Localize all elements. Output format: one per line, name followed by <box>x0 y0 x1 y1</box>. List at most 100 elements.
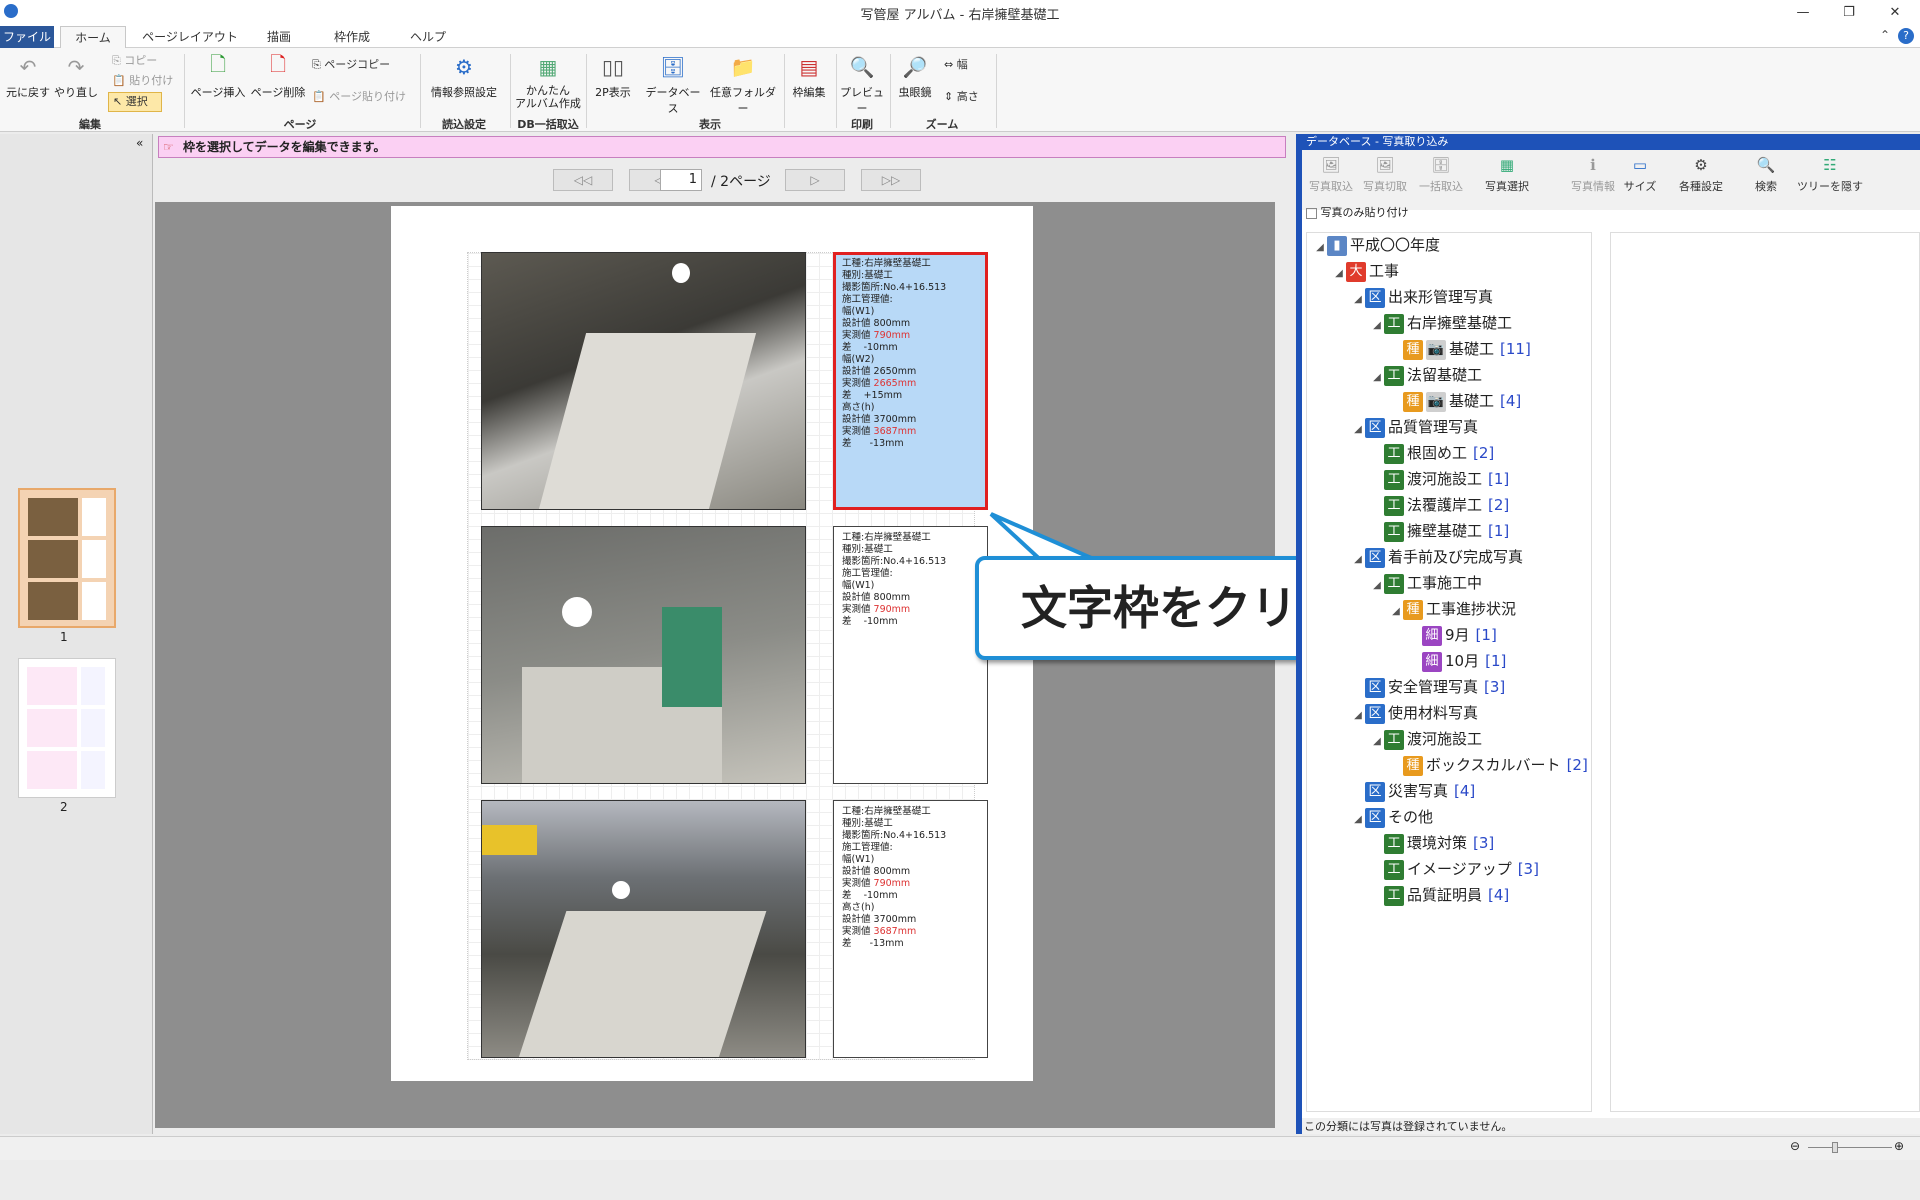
any-folder-button[interactable]: 📁 任意フォルダー <box>708 52 778 116</box>
text-box-2[interactable]: 工種:右岸擁壁基礎工 種別:基礎工 撮影箇所:No.4+16.513 施工管理値: 幅(… <box>833 526 988 784</box>
select-button[interactable]: ↖ 選択 <box>108 92 162 112</box>
tree-node[interactable]: ◢ 区その他 <box>1351 805 1433 830</box>
photo-3[interactable] <box>481 800 806 1058</box>
zoom-out-icon[interactable]: ⊖ <box>1790 1139 1800 1153</box>
photo-select-button[interactable]: ▦ 写真選択 <box>1478 156 1536 194</box>
tree-node[interactable]: 区安全管理写真 [3] <box>1351 675 1505 700</box>
photo-crop-button[interactable]: 🖼 写真切取 <box>1360 156 1410 194</box>
expand-arrow-icon[interactable]: ◢ <box>1370 573 1384 598</box>
tab-file[interactable]: ファイル <box>0 26 54 48</box>
tab-help[interactable]: ヘルプ <box>400 26 456 48</box>
expand-arrow-icon[interactable]: ◢ <box>1351 417 1365 442</box>
expand-arrow-icon[interactable]: ◢ <box>1351 703 1365 728</box>
tree-node[interactable]: ◢ 工法留基礎工 <box>1370 363 1482 388</box>
bulk-import-button[interactable]: 🗄 一括取込 <box>1414 156 1468 194</box>
text-box-line: 実測値 790mm <box>842 604 911 615</box>
thumb-text <box>82 582 106 620</box>
expand-arrow-icon[interactable]: ◢ <box>1351 807 1365 832</box>
magnifier-button[interactable]: 🔎 虫眼鏡 <box>894 52 936 100</box>
tree-node[interactable]: 工環境対策 [3] <box>1370 831 1494 856</box>
tree-node[interactable]: 細 9月 [1] <box>1408 623 1497 648</box>
tree-node[interactable]: ◢ ▮ 平成〇〇年度 <box>1313 233 1440 258</box>
first-page-button[interactable]: ◁◁ <box>553 169 613 191</box>
redo-button[interactable]: ↷ やり直し <box>54 52 98 100</box>
settings-button[interactable]: ⚙ 各種設定 <box>1672 156 1730 194</box>
zoom-slider[interactable]: ⊖ ⊕ <box>1790 1139 1910 1155</box>
preview-button[interactable]: 🔍 プレビュー <box>840 52 884 116</box>
page-copy-button[interactable]: ⎘ ページコピー <box>312 56 390 72</box>
fit-width-button[interactable]: ⇔ 幅 <box>944 56 968 72</box>
search-button[interactable]: 🔍 検索 <box>1748 156 1784 194</box>
text-box-3[interactable]: 工種:右岸擁壁基礎工 種別:基礎工 撮影箇所:No.4+16.513 施工管理値: 幅(… <box>833 800 988 1058</box>
tree-node[interactable]: 工品質証明員 [4] <box>1370 883 1509 908</box>
thumbnail-page-1[interactable] <box>18 488 116 628</box>
photo-1[interactable] <box>481 252 806 510</box>
tree-node[interactable]: ◢ 区出来形管理写真 <box>1351 285 1493 310</box>
expand-arrow-icon[interactable]: ◢ <box>1370 313 1384 338</box>
tree-node[interactable]: ◢ 工渡河施設工 <box>1370 727 1482 752</box>
page-paste-button[interactable]: 📋 ページ貼り付け <box>312 88 406 104</box>
bulk-import-label: 一括取込 <box>1419 180 1463 193</box>
zoom-thumb[interactable] <box>1832 1142 1838 1153</box>
expand-arrow-icon[interactable]: ◢ <box>1370 729 1384 754</box>
tree-node[interactable]: ◢ 工工事施工中 <box>1370 571 1482 596</box>
expand-arrow-icon[interactable]: ◢ <box>1351 287 1365 312</box>
photo-info-button[interactable]: ℹ 写真情報 <box>1568 156 1618 194</box>
photo-2[interactable] <box>481 526 806 784</box>
tree-node[interactable]: 工根固め工 [2] <box>1370 441 1494 466</box>
page-delete-button[interactable]: 🗋 ページ削除 <box>250 52 306 100</box>
photo-import-button[interactable]: 🖼 写真取込 <box>1306 156 1356 194</box>
paste-button[interactable]: 📋 貼り付け <box>112 72 173 88</box>
tree-node[interactable]: 工渡河施設工 [1] <box>1370 467 1509 492</box>
minimize-button[interactable]: — <box>1780 0 1826 26</box>
tree-node[interactable]: 工イメージアップ [3] <box>1370 857 1539 882</box>
expand-arrow-icon[interactable]: ◢ <box>1389 599 1403 624</box>
tree-node[interactable]: 細 10月 [1] <box>1408 649 1506 674</box>
tree-node[interactable]: 工法覆護岸工 [2] <box>1370 493 1509 518</box>
size-button[interactable]: ▭ サイズ <box>1620 156 1660 194</box>
tab-page-layout[interactable]: ページレイアウト <box>140 26 240 48</box>
two-page-view-button[interactable]: ▯▯ 2P表示 <box>592 52 634 100</box>
tree-node[interactable]: 種 📷 基礎工 [4] <box>1389 389 1521 414</box>
tab-draw[interactable]: 描画 <box>256 26 302 48</box>
tree-node[interactable]: ◢ 区着手前及び完成写真 <box>1351 545 1523 570</box>
expand-arrow-icon[interactable]: ◢ <box>1313 235 1327 260</box>
paste-only-checkbox[interactable]: 写真のみ貼り付け <box>1306 204 1409 220</box>
tree-node[interactable]: ◢ 工右岸擁壁基礎工 <box>1370 311 1512 336</box>
last-page-button[interactable]: ▷▷ <box>861 169 921 191</box>
fit-height-button[interactable]: ⇕ 高さ <box>944 88 979 104</box>
page-number-input[interactable]: 1 <box>660 169 702 191</box>
expand-arrow-icon[interactable]: ◢ <box>1332 261 1346 286</box>
thumb-photo <box>27 709 77 747</box>
page-insert-button[interactable]: 🗋 ページ挿入 <box>190 52 246 100</box>
expand-arrow-icon[interactable]: ◢ <box>1370 365 1384 390</box>
database-button[interactable]: 🗄 データベース <box>642 52 704 116</box>
copy-button[interactable]: ⎘ コピー <box>112 52 157 68</box>
tree-node[interactable]: ◢ 大工事 <box>1332 259 1399 284</box>
collapse-pane-icon[interactable]: « <box>136 136 143 150</box>
next-page-button[interactable]: ▷ <box>785 169 845 191</box>
tab-home[interactable]: ホーム <box>60 26 126 49</box>
collapse-ribbon-icon[interactable]: ⌃ <box>1880 28 1890 42</box>
zoom-in-icon[interactable]: ⊕ <box>1894 1139 1904 1153</box>
tree-node[interactable]: 工擁壁基礎工 [1] <box>1370 519 1509 544</box>
thumbnail-page-2[interactable] <box>18 658 116 798</box>
easy-album-button[interactable]: ▦ かんたん アルバム作成 <box>514 52 582 111</box>
info-ref-settings-button[interactable]: ⚙ 情報参照設定 <box>424 52 504 100</box>
frame-edit-button[interactable]: ▤ 枠編集 <box>788 52 830 100</box>
expand-arrow-icon[interactable]: ◢ <box>1351 547 1365 572</box>
tree-node[interactable]: ◢ 区品質管理写真 <box>1351 415 1478 440</box>
text-box-1[interactable]: 工種:右岸擁壁基礎工 種別:基礎工 撮影箇所:No.4+16.513 施工管理値: 幅(… <box>833 252 988 510</box>
tree-node[interactable]: 種ボックスカルバート [2] <box>1389 753 1588 778</box>
frame-edit-label: 枠編集 <box>792 86 826 99</box>
help-icon[interactable]: ? <box>1898 28 1914 44</box>
tree-node[interactable]: 区災害写真 [4] <box>1351 779 1475 804</box>
undo-button[interactable]: ↶ 元に戻す <box>6 52 50 100</box>
close-button[interactable]: ✕ <box>1872 0 1918 26</box>
maximize-button[interactable]: ❐ <box>1826 0 1872 26</box>
hide-tree-button[interactable]: ☷ ツリーを隠す <box>1796 156 1864 194</box>
tab-frame-create[interactable]: 枠作成 <box>322 26 382 48</box>
tree-node[interactable]: 種 📷 基礎工 [11] <box>1389 337 1531 362</box>
tree-node[interactable]: ◢ 区使用材料写真 <box>1351 701 1478 726</box>
tree-node[interactable]: ◢ 種工事進捗状況 <box>1389 597 1516 622</box>
